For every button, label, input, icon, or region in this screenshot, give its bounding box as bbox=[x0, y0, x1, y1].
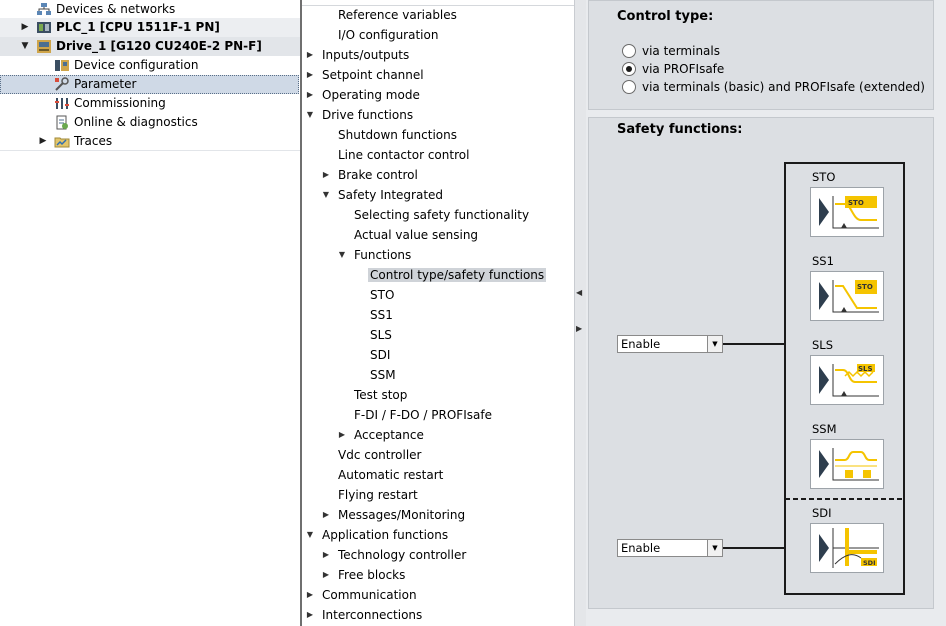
ss1-icon: STO bbox=[819, 280, 879, 313]
enable-select-lower[interactable]: Enable ▼ bbox=[617, 539, 723, 557]
function-label-ssm: SSM bbox=[812, 422, 837, 436]
sto-badge: STO bbox=[848, 199, 864, 207]
ss1-function-tile[interactable]: STO bbox=[810, 271, 884, 321]
function-label-sls: SLS bbox=[812, 338, 834, 352]
sls-icon: SLS bbox=[819, 364, 879, 397]
dropdown-arrow-icon[interactable]: ▼ bbox=[707, 540, 722, 556]
function-label-sto: STO bbox=[812, 170, 836, 184]
safety-functions-diagram bbox=[722, 162, 905, 595]
ssm-icon bbox=[819, 448, 879, 481]
ssm-function-tile[interactable] bbox=[810, 439, 884, 489]
dropdown-arrow-icon[interactable]: ▼ bbox=[707, 336, 722, 352]
function-label-ss1: SS1 bbox=[812, 254, 834, 268]
sls-function-tile[interactable]: SLS bbox=[810, 355, 884, 405]
function-label-sdi: SDI bbox=[812, 506, 832, 520]
enable-select-upper[interactable]: Enable ▼ bbox=[617, 335, 723, 353]
sdi-badge: SDI bbox=[863, 559, 876, 567]
sdi-icon: SDI bbox=[819, 528, 879, 568]
ss1-badge: STO bbox=[857, 283, 873, 291]
sdi-function-tile[interactable]: SDI bbox=[810, 523, 884, 573]
sto-function-tile[interactable]: STO bbox=[810, 187, 884, 237]
sto-icon: STO bbox=[819, 196, 879, 229]
